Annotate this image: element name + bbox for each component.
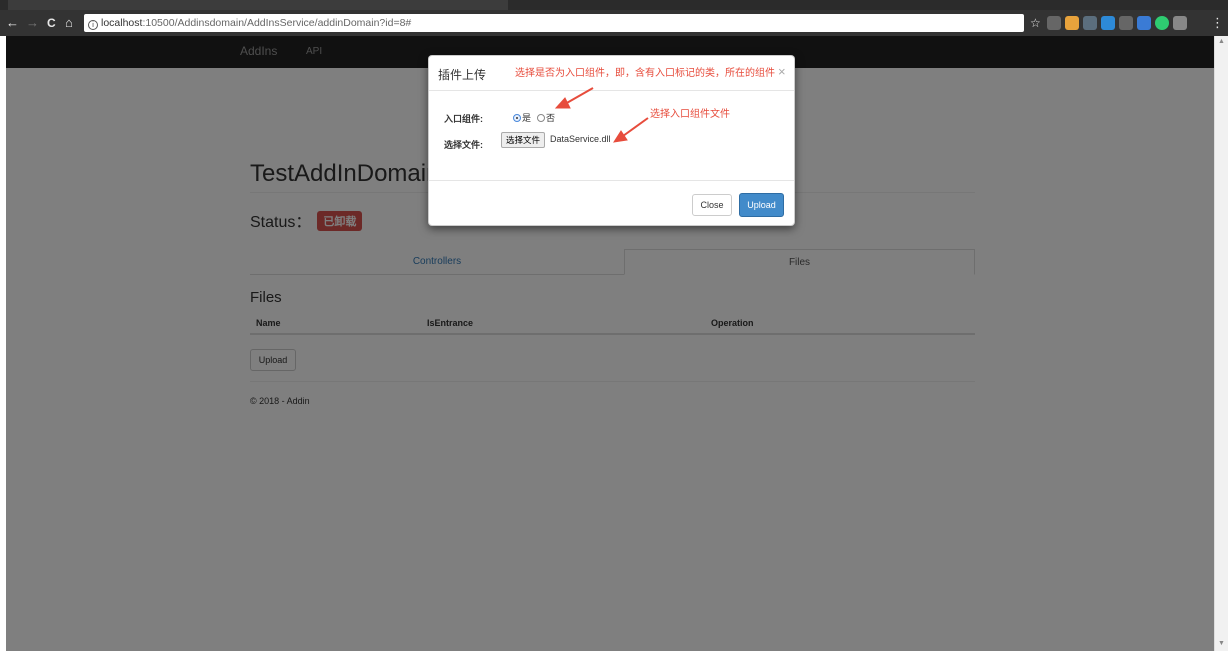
forward-icon[interactable]: → (26, 14, 39, 32)
scrollbar[interactable]: ▲ ▼ (1214, 36, 1228, 651)
extension-circle-icon[interactable] (1155, 16, 1169, 30)
browser-tab-strip (0, 0, 1228, 10)
entrance-label: 入口组件: (444, 114, 483, 124)
star-icon[interactable]: ☆ (1030, 14, 1041, 32)
url-host: localhost (101, 17, 143, 29)
back-icon[interactable]: ← (6, 14, 19, 32)
scroll-up-icon[interactable]: ▲ (1218, 38, 1225, 45)
annotation-arrowhead-file (612, 130, 628, 143)
upload-submit-button[interactable]: Upload (739, 193, 784, 217)
address-bar[interactable]: i localhost:10500/Addinsdomain/AddInsServ… (84, 14, 1024, 32)
scroll-down-icon[interactable]: ▼ (1218, 640, 1225, 647)
radio-yes-label: 是 (522, 113, 532, 123)
radio-unchecked-icon[interactable] (537, 114, 545, 122)
dialog-title: 插件上传 (438, 68, 487, 82)
radio-no-label: 否 (546, 113, 556, 123)
url-path: :10500/Addinsdomain/AddInsService/addinD… (142, 17, 412, 29)
dialog-header: 插件上传 选择是否为入口组件，即，含有入口标记的类，所在的组件 × (429, 56, 794, 91)
annotation-arrowhead-entrance (554, 97, 571, 109)
annotation-entrance: 选择是否为入口组件，即，含有入口标记的类，所在的组件 (515, 68, 775, 79)
browser-menu-icon[interactable]: ⋮ (1211, 14, 1224, 32)
close-button[interactable]: Close (692, 194, 732, 216)
reload-icon[interactable]: C (47, 14, 56, 32)
extension-cube-icon[interactable] (1173, 16, 1187, 30)
radio-checked-icon[interactable] (513, 114, 521, 122)
choose-file-button[interactable]: 选择文件 (501, 132, 546, 148)
home-icon[interactable]: ⌂ (65, 14, 73, 32)
extension-puzzle-icon[interactable] (1065, 16, 1079, 30)
extension-pen-icon[interactable] (1119, 16, 1133, 30)
browser-active-tab[interactable] (8, 0, 508, 10)
info-icon[interactable]: i (88, 20, 98, 30)
radio-no[interactable]: 否 (537, 111, 555, 124)
file-label: 选择文件: (444, 140, 483, 150)
extension-cloud-icon[interactable] (1101, 16, 1115, 30)
close-icon[interactable]: × (778, 64, 786, 79)
selected-file-name: DataService.dll (550, 134, 611, 144)
upload-dialog: 插件上传 选择是否为入口组件，即，含有入口标记的类，所在的组件 × 选择入口组件… (428, 55, 795, 226)
extension-bulb-icon[interactable] (1047, 16, 1061, 30)
radio-yes[interactable]: 是 (513, 111, 531, 124)
annotation-arrow-file (622, 117, 649, 137)
extension-chat-icon[interactable] (1083, 16, 1097, 30)
annotation-file: 选择入口组件文件 (650, 109, 730, 120)
dialog-footer-divider (429, 180, 794, 181)
browser-toolbar: ← → C ⌂ i localhost:10500/Addinsdomain/Ad… (0, 10, 1228, 36)
extension-shield-icon[interactable] (1137, 16, 1151, 30)
